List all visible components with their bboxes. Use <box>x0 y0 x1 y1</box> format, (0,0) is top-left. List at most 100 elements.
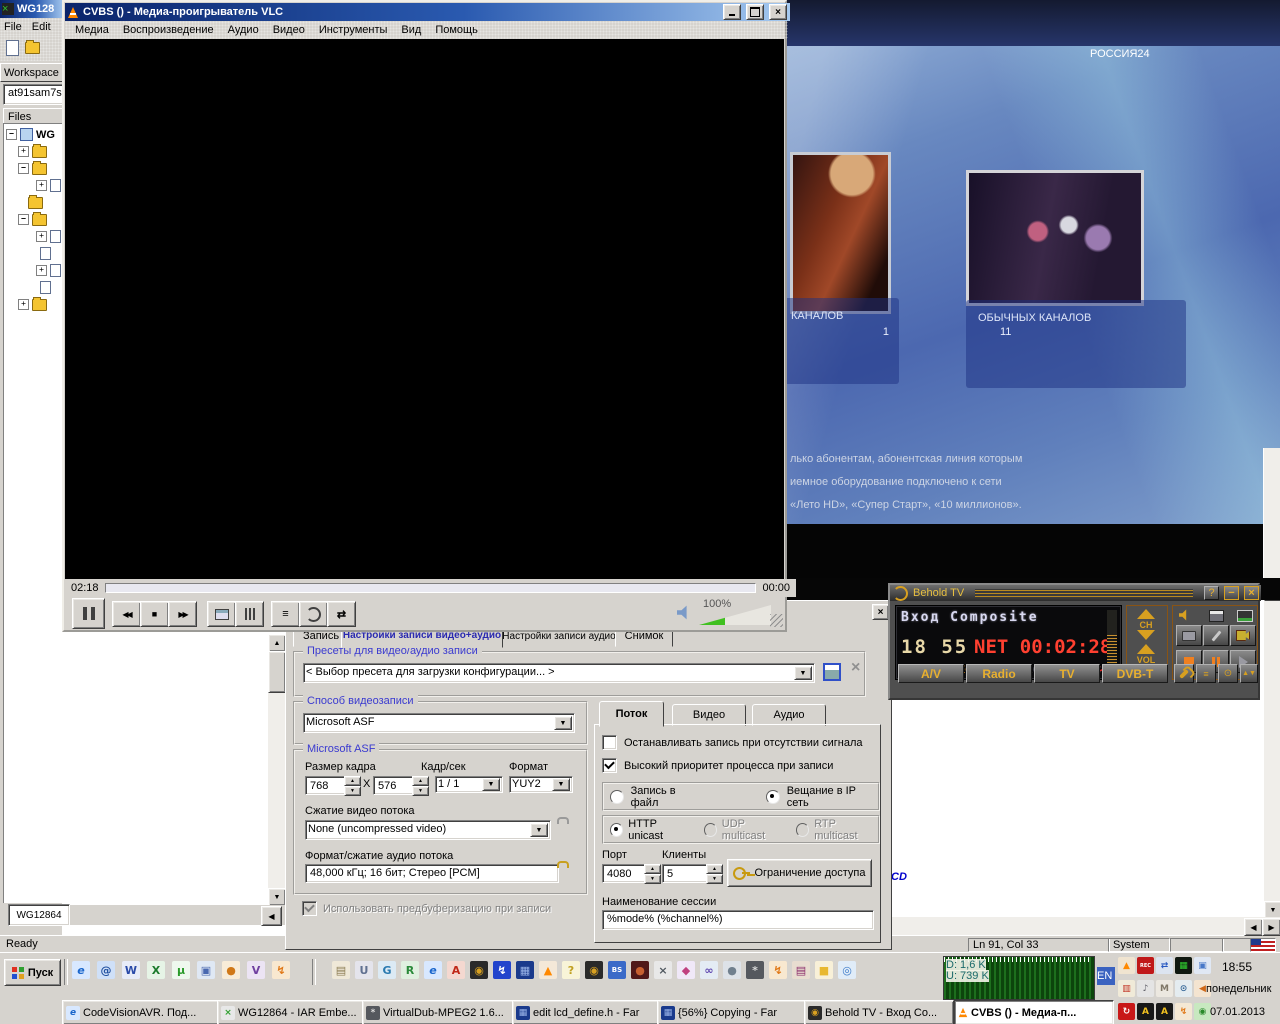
expand-icon[interactable] <box>18 299 29 310</box>
far-manager-icon[interactable]: ▦ <box>516 961 534 979</box>
session-name-field[interactable]: %mode% (%channel%) <box>602 910 874 930</box>
word-icon[interactable]: W <box>122 961 140 979</box>
clock-time[interactable]: 18:55 <box>1222 960 1252 974</box>
tree-item[interactable] <box>4 177 63 194</box>
excel-icon[interactable]: X <box>147 961 165 979</box>
expand-icon[interactable] <box>36 265 47 276</box>
language-indicator[interactable]: EN <box>1097 967 1115 985</box>
clock-day[interactable]: понедельник <box>1206 983 1271 995</box>
recycle-icon[interactable]: R <box>401 961 419 979</box>
stop-on-no-signal-row[interactable]: Останавливать запись при отсутствии сигн… <box>602 735 863 750</box>
scroll-right-button[interactable] <box>1262 918 1280 936</box>
fps-combo[interactable]: 1 / 1 <box>435 776 503 793</box>
egg-app-icon[interactable]: ● <box>222 961 240 979</box>
tree-item[interactable] <box>4 211 63 228</box>
tree-item[interactable] <box>4 279 63 296</box>
winrar-icon[interactable]: ▤ <box>792 961 810 979</box>
format-combo[interactable]: YUY2 <box>509 776 573 793</box>
method-combo[interactable]: Microsoft ASF <box>303 713 575 733</box>
behold-app-icon[interactable]: ◉ <box>470 961 488 979</box>
high-priority-checkbox[interactable] <box>602 758 617 773</box>
vlc-title-bar[interactable]: CVBS () - Медиа-проигрыватель VLC <box>65 3 790 21</box>
stop-on-no-signal-checkbox[interactable] <box>602 735 617 750</box>
delete-preset-icon[interactable] <box>851 659 860 677</box>
pause-button[interactable] <box>72 598 105 629</box>
behold-help-button[interactable]: ? <box>1204 586 1219 600</box>
behold-minimize-button[interactable] <box>1224 586 1239 600</box>
behold-app-2-icon[interactable]: ◉ <box>585 961 603 979</box>
channel-down-button[interactable] <box>1137 630 1155 640</box>
internet-explorer-2-icon[interactable]: e <box>424 961 442 979</box>
acrobat-icon[interactable]: A <box>447 961 465 979</box>
audio-compression-field[interactable]: 48,000 кГц; 16 бит; Стерео [PCM] <box>305 864 559 883</box>
vlc-close-button[interactable] <box>769 4 787 20</box>
scheduler-button[interactable]: ⊙ <box>1218 664 1238 683</box>
clients-field[interactable]: 5 <box>662 864 710 883</box>
ide-title-bar[interactable]: × WG128 <box>0 0 64 18</box>
sync-red-icon[interactable]: ↻ <box>1118 1003 1135 1020</box>
frame-width-spinner[interactable]: 768 <box>305 776 348 795</box>
new-file-icon[interactable] <box>6 40 19 56</box>
open-file-icon[interactable] <box>25 42 40 54</box>
task-iar[interactable]: × WG12864 - IAR Embe... <box>217 1000 366 1024</box>
keyboard-layout-flag-icon[interactable] <box>1250 938 1276 952</box>
subtab-stream[interactable]: Поток <box>599 701 664 727</box>
prebuffer-checkbox-row[interactable]: Использовать предбуферизацию при записи <box>302 901 551 916</box>
vlc-tray-icon[interactable]: ▲ <box>1118 957 1135 974</box>
loop-button[interactable] <box>299 601 328 627</box>
expand-icon[interactable] <box>36 231 47 242</box>
channel-list-button[interactable]: ≡ <box>1196 664 1216 683</box>
format-combo-dropdown[interactable] <box>552 778 570 791</box>
flashget-icon[interactable]: ↯ <box>493 961 511 979</box>
record-to-file-radio[interactable] <box>610 790 624 804</box>
capture-video-button[interactable] <box>1230 625 1256 646</box>
tree-item[interactable] <box>4 296 63 313</box>
scroll-thumb[interactable] <box>268 651 286 693</box>
outlook-icon[interactable]: @ <box>97 961 115 979</box>
dialog-close-button[interactable] <box>872 604 889 620</box>
punto-a1-icon[interactable]: A <box>1137 1003 1154 1020</box>
vlc-maximize-button[interactable] <box>746 4 764 20</box>
gray-orb-icon[interactable]: ● <box>723 961 741 979</box>
behold-close-button[interactable] <box>1244 586 1259 600</box>
channel-up-button[interactable] <box>1137 609 1155 619</box>
punto-a2-icon[interactable]: A <box>1156 1003 1173 1020</box>
task-virtualdub[interactable]: * VirtualDub-MPEG2 1.6... <box>362 1000 516 1024</box>
winamp-icon[interactable]: ↯ <box>272 961 290 979</box>
volume-up-button[interactable] <box>1137 644 1155 654</box>
network-activity-icon[interactable]: ▦ <box>1175 957 1192 974</box>
audio-device-icon[interactable]: ♪ <box>1137 980 1154 997</box>
white-hscrollbar[interactable] <box>889 917 1280 935</box>
infinity-app-icon[interactable]: ∞ <box>700 961 718 979</box>
collapse-icon[interactable] <box>6 129 17 140</box>
mode-av-button[interactable]: A/V <box>898 664 964 683</box>
expand-icon[interactable] <box>36 180 47 191</box>
fold-button[interactable]: ▲▼ <box>1240 664 1258 683</box>
menu-view[interactable]: Вид <box>395 22 427 38</box>
edit-button[interactable] <box>1203 625 1229 646</box>
ide-bottom-tab[interactable]: WG12864 <box>8 904 70 926</box>
frame-height-spin-buttons[interactable] <box>412 776 429 796</box>
access-restriction-button[interactable]: Ограничение доступа <box>727 859 872 887</box>
gears-icon[interactable]: * <box>746 961 764 979</box>
vlc-quicklaunch-icon[interactable]: ▲ <box>539 961 557 979</box>
bs-player-icon[interactable]: BS <box>608 961 626 979</box>
du-meter[interactable]: D: 1,6 K U: 739 K <box>943 956 1095 1000</box>
previous-button[interactable]: ◀◀ <box>112 601 141 627</box>
tree-item[interactable] <box>4 143 63 160</box>
settings-button[interactable] <box>1174 664 1194 683</box>
lan-connection-icon[interactable]: ▣ <box>1194 957 1211 974</box>
tree-item[interactable] <box>4 262 63 279</box>
clock-date[interactable]: 07.01.2013 <box>1210 1006 1265 1018</box>
volume-mixer-icon[interactable]: ▥ <box>1118 980 1135 997</box>
tree-item[interactable] <box>4 228 63 245</box>
stop-button[interactable]: ■ <box>140 601 169 627</box>
globe-color-icon[interactable]: ◎ <box>838 961 856 979</box>
tree-item[interactable] <box>4 160 63 177</box>
internet-explorer-icon[interactable]: e <box>72 961 90 979</box>
behold-display-icon[interactable] <box>1237 610 1253 622</box>
user-globe-icon[interactable]: U <box>355 961 373 979</box>
scroll-left-button[interactable] <box>1244 918 1263 936</box>
scroll-down-button[interactable] <box>268 888 286 906</box>
collapse-icon[interactable] <box>18 214 29 225</box>
